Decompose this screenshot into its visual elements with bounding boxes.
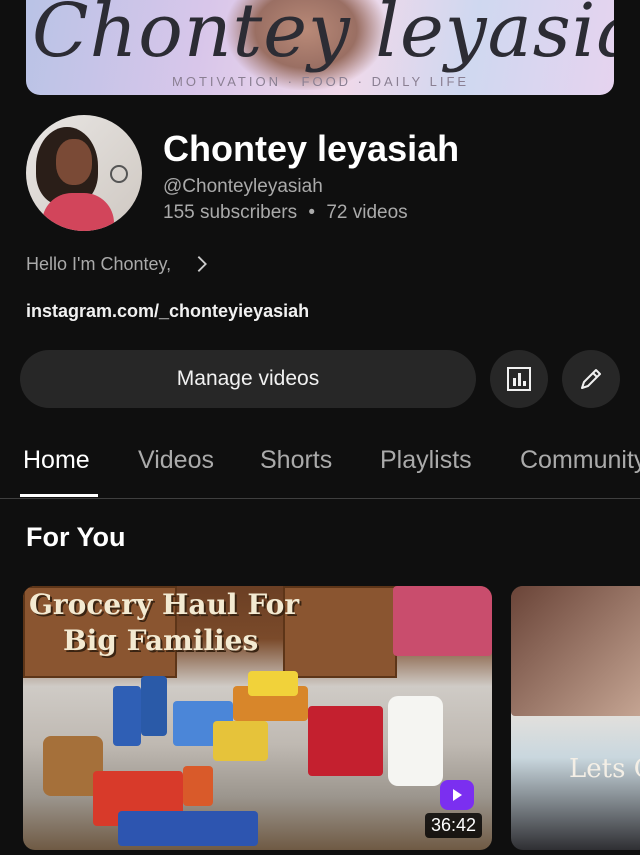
channel-banner: Chontey leyasiah MOTIVATION · FOOD · DAI… <box>26 0 614 95</box>
manage-videos-label: Manage videos <box>176 367 320 390</box>
thumb-box <box>248 671 298 696</box>
tab-community[interactable]: Community <box>520 446 640 475</box>
tab-shorts[interactable]: Shorts <box>260 446 332 475</box>
active-tab-indicator <box>20 494 98 497</box>
video-count: 72 videos <box>326 202 408 223</box>
tab-home[interactable]: Home <box>23 446 90 475</box>
channel-stats: 155 subscribers • 72 videos <box>163 202 408 224</box>
analytics-button[interactable] <box>490 350 548 408</box>
thumbnail-title: Lets Co <box>569 754 640 784</box>
thumb-cabinet <box>283 586 397 678</box>
thumb-box <box>213 721 268 761</box>
subscriber-count: 155 subscribers <box>163 202 298 223</box>
bar-chart-icon <box>507 367 531 391</box>
manage-videos-button[interactable]: Manage videos <box>20 350 476 408</box>
channel-description[interactable]: Hello I'm Chontey, <box>26 253 213 275</box>
stats-separator: • <box>308 202 316 223</box>
section-title: For You <box>26 522 126 552</box>
tab-playlists[interactable]: Playlists <box>380 446 472 475</box>
channel-name: Chontey leyasiah <box>163 128 460 169</box>
watermark-logo <box>440 780 474 810</box>
thumb-strawberries <box>308 706 383 776</box>
avatar-face <box>56 139 92 185</box>
edit-channel-button[interactable] <box>562 350 620 408</box>
avatar-shirt <box>42 193 114 231</box>
pencil-icon <box>581 369 601 389</box>
thumb-bottle <box>183 766 213 806</box>
video-thumbnail[interactable]: Lets Co <box>511 586 640 850</box>
banner-title: Chontey leyasiah <box>32 0 614 74</box>
thumbnail-title-line1: Grocery Haul For <box>29 588 300 621</box>
channel-handle: @Chonteyleyasiah <box>163 176 323 197</box>
play-icon <box>453 789 462 801</box>
thumb-milk <box>388 696 443 786</box>
thumb-flowers <box>393 586 492 656</box>
chevron-right-icon <box>197 256 208 272</box>
banner-subtitle: MOTIVATION · FOOD · DAILY LIFE <box>172 74 470 89</box>
avatar-wall-ring <box>110 165 128 183</box>
channel-link[interactable]: instagram.com/_chonteyieyasiah <box>26 301 309 322</box>
description-text: Hello I'm Chontey, <box>26 253 172 274</box>
thumb-food <box>511 586 640 716</box>
video-thumbnail[interactable]: Grocery Haul For Big Families 36:42 <box>23 586 492 850</box>
video-duration: 36:42 <box>424 813 482 838</box>
thumb-can <box>141 676 167 736</box>
thumb-can <box>113 686 141 746</box>
thumb-bag <box>118 811 258 846</box>
channel-avatar[interactable] <box>26 115 142 231</box>
tab-videos[interactable]: Videos <box>138 446 214 475</box>
thumbnail-title-line2: Big Families <box>63 624 259 657</box>
channel-tabs: Home Videos Shorts Playlists Community <box>0 440 640 499</box>
